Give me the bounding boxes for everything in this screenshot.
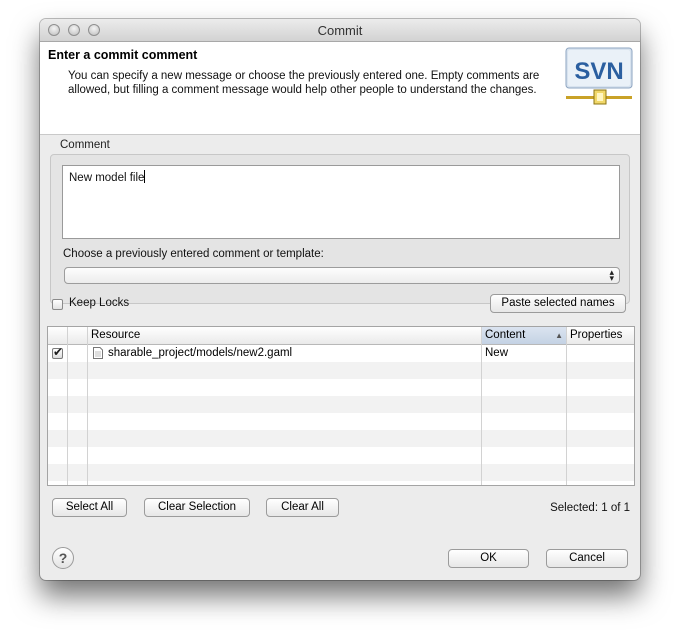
paste-selected-names-button[interactable]: Paste selected names — [490, 294, 626, 313]
table-header: Resource Content ▲ Properties — [48, 327, 634, 345]
empty-row — [48, 447, 634, 464]
empty-row — [48, 413, 634, 430]
column-header-content[interactable]: Content ▲ — [482, 327, 567, 344]
comment-text: New model file — [69, 172, 145, 184]
table-row[interactable]: ✔ sharable_project/models/new2.gaml New — [48, 345, 634, 362]
empty-row — [48, 430, 634, 447]
commit-dialog: Commit Enter a commit comment You can sp… — [40, 19, 640, 580]
text-caret — [144, 170, 146, 183]
column-header-content-label: Content — [485, 329, 526, 341]
column-divider — [87, 327, 88, 485]
row-content: New — [485, 347, 509, 359]
sort-indicator-icon: ▲ — [555, 331, 563, 340]
select-all-button[interactable]: Select All — [52, 498, 127, 517]
empty-row — [48, 396, 634, 413]
file-icon — [93, 347, 103, 359]
row-resource: sharable_project/models/new2.gaml — [108, 347, 293, 359]
svn-logo-text: SVN — [574, 58, 623, 85]
column-divider — [67, 327, 68, 485]
resources-table: Resource Content ▲ Properties ✔ sharable… — [47, 326, 635, 486]
empty-row — [48, 379, 634, 396]
comment-group-box: New model file Choose a previously enter… — [50, 154, 630, 304]
clear-all-button[interactable]: Clear All — [266, 498, 339, 517]
column-header-status[interactable] — [68, 327, 88, 344]
previous-comment-combo[interactable]: ▴ ▾ — [64, 267, 620, 284]
comment-group-label: Comment — [60, 139, 110, 151]
column-header-check[interactable] — [48, 327, 68, 344]
cancel-button[interactable]: Cancel — [546, 549, 628, 568]
column-divider — [481, 327, 482, 485]
column-divider — [566, 327, 567, 485]
window-title: Commit — [317, 23, 363, 38]
row-checkbox[interactable]: ✔ — [52, 345, 64, 359]
comment-textarea[interactable]: New model file — [62, 165, 620, 239]
empty-row — [48, 464, 634, 481]
choose-comment-label: Choose a previously entered comment or t… — [63, 248, 324, 260]
selected-count: Selected: 1 of 1 — [550, 502, 630, 514]
title-bar: Commit — [40, 19, 640, 42]
header-description: You can specify a new message or choose … — [68, 70, 540, 96]
header-title: Enter a commit comment — [48, 48, 198, 62]
help-icon[interactable]: ? — [52, 547, 74, 569]
keep-locks-checkbox[interactable] — [52, 299, 63, 310]
svn-logo-icon: SVN — [565, 47, 633, 105]
checkmark-icon: ✔ — [53, 345, 64, 359]
column-header-properties[interactable]: Properties — [567, 327, 634, 344]
comment-group: Comment New model file Choose a previous… — [50, 139, 630, 304]
clear-selection-button[interactable]: Clear Selection — [144, 498, 250, 517]
column-header-resource[interactable]: Resource — [88, 327, 482, 344]
combo-updown-icon: ▴ ▾ — [609, 267, 614, 283]
empty-row — [48, 362, 634, 379]
keep-locks-label: Keep Locks — [69, 297, 130, 309]
dialog-header: Enter a commit comment You can specify a… — [40, 42, 640, 135]
ok-button[interactable]: OK — [448, 549, 529, 568]
